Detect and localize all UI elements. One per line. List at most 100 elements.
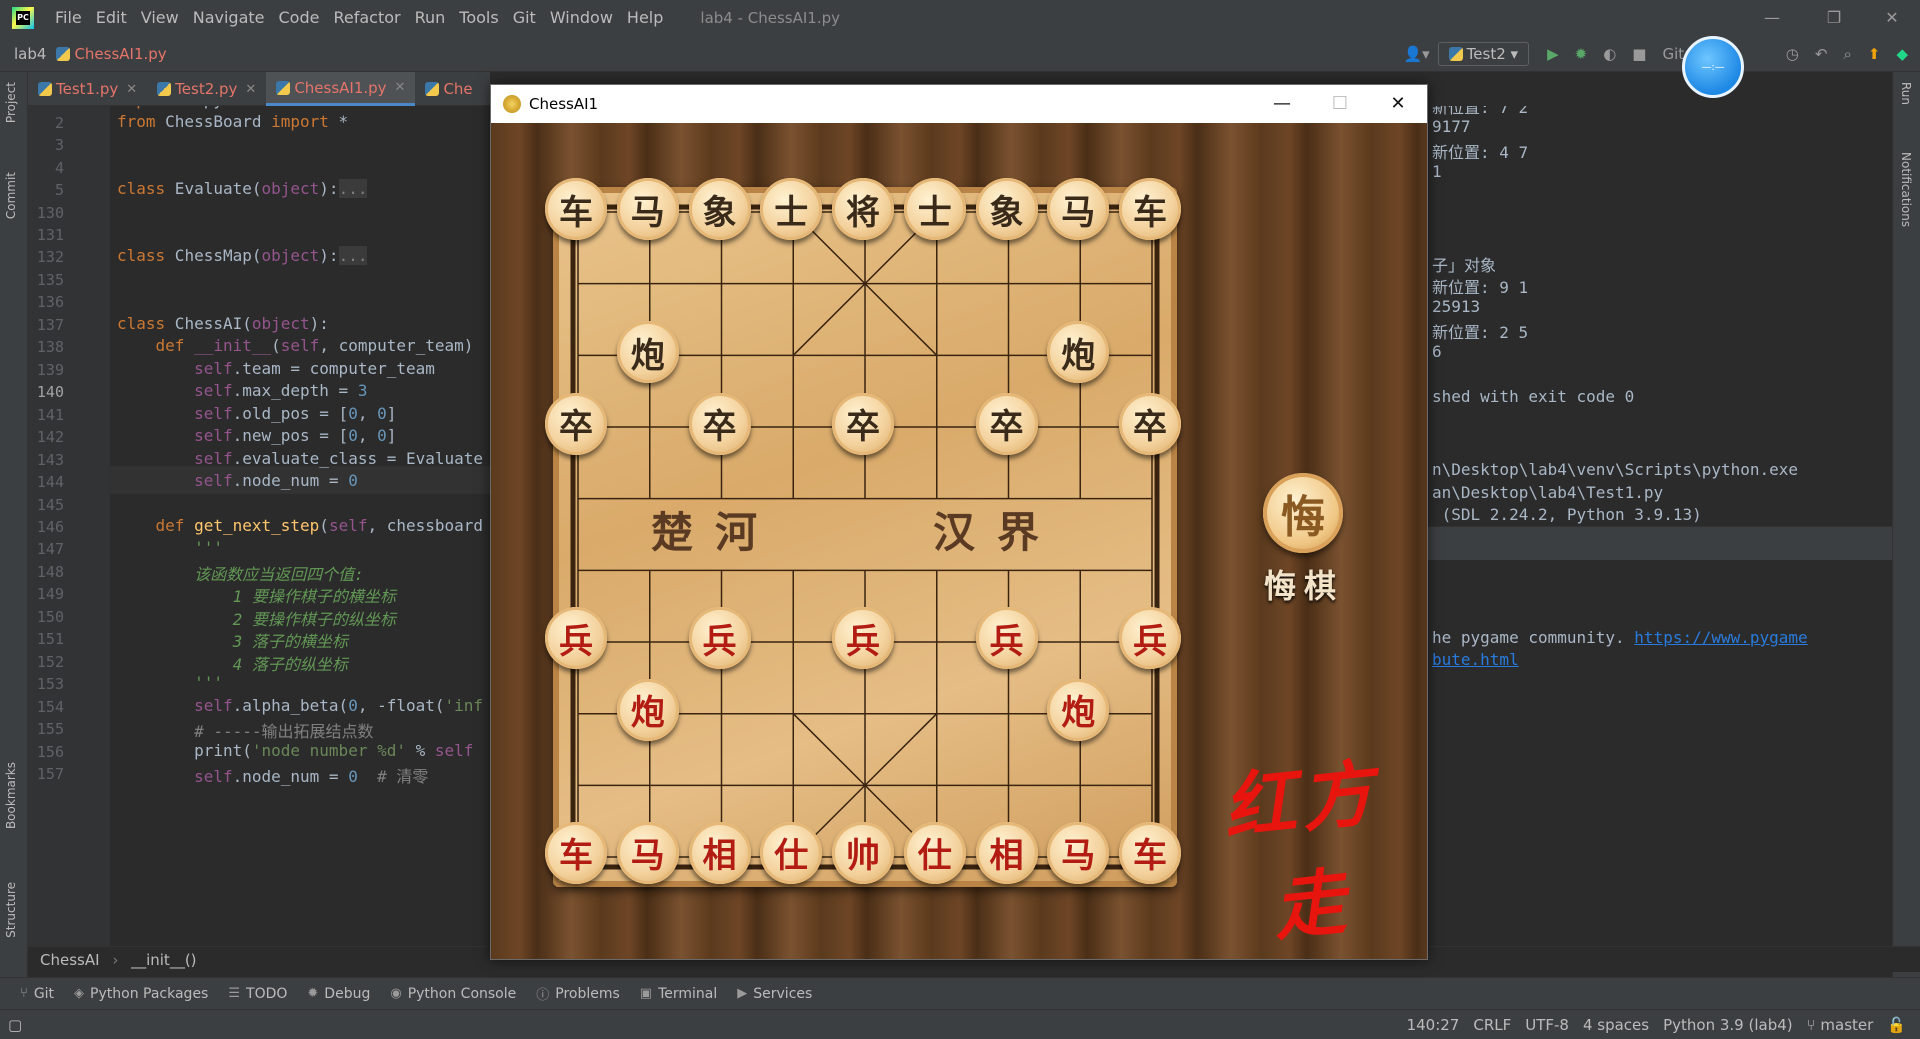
tab-chess-truncated[interactable]: Che bbox=[415, 72, 482, 106]
structure-tool-tab[interactable]: Structure bbox=[4, 882, 18, 938]
red-piece[interactable]: 帅 bbox=[832, 821, 894, 884]
bottom-tab-problems[interactable]: ⓘ Problems bbox=[536, 984, 620, 1004]
file-encoding[interactable]: UTF-8 bbox=[1525, 1016, 1569, 1034]
contribute-link[interactable]: bute.html bbox=[1432, 650, 1519, 669]
game-close-icon[interactable]: ✕ bbox=[1369, 85, 1427, 123]
close-tab-icon[interactable]: ✕ bbox=[245, 82, 256, 97]
code-editor[interactable]: 1 2 3 4 5 130 131 132 135 136 137 138 139 140 141 142 14… bbox=[28, 106, 490, 946]
red-piece[interactable]: 马 bbox=[616, 821, 679, 884]
red-piece[interactable]: 车 bbox=[1119, 821, 1181, 884]
red-piece[interactable]: 相 bbox=[688, 821, 751, 884]
line-separator[interactable]: CRLF bbox=[1473, 1016, 1511, 1034]
menu-git[interactable]: Git bbox=[506, 0, 543, 36]
black-piece[interactable]: 卒 bbox=[975, 392, 1038, 455]
restore-icon[interactable]: ❐ bbox=[1806, 0, 1862, 36]
caret-position[interactable]: 140:27 bbox=[1407, 1016, 1460, 1034]
project-tool-tab[interactable]: Project bbox=[4, 82, 18, 123]
breadcrumb-file[interactable]: ChessAI1.py bbox=[52, 45, 172, 63]
red-piece[interactable]: 相 bbox=[975, 821, 1038, 884]
tab-chessai1[interactable]: ChessAI1.py ✕ bbox=[266, 72, 416, 106]
black-piece[interactable]: 炮 bbox=[1047, 321, 1110, 383]
game-maximize-icon[interactable]: ☐ bbox=[1311, 85, 1369, 123]
close-tab-icon[interactable]: ✕ bbox=[395, 80, 406, 95]
pygame-link[interactable]: https://www.pygame bbox=[1634, 628, 1807, 647]
bottom-tab-python-packages[interactable]: ◈ Python Packages bbox=[74, 986, 208, 1002]
bottom-tab-todo[interactable]: ☰ TODO bbox=[228, 986, 287, 1002]
bottom-tab-services[interactable]: ▶ Services bbox=[737, 986, 812, 1002]
run-config-select[interactable]: Test2 ▾ bbox=[1437, 42, 1530, 66]
menu-edit[interactable]: Edit bbox=[89, 0, 134, 36]
black-piece[interactable]: 象 bbox=[975, 178, 1038, 240]
game-canvas[interactable]: 楚河 汉界 车马象士将士象马车炮炮卒卒卒卒卒兵兵兵兵兵炮炮车马相仕帅仕相马车 悔… bbox=[491, 123, 1427, 959]
red-piece[interactable]: 兵 bbox=[975, 607, 1038, 669]
lock-icon[interactable]: 🔓 bbox=[1887, 1016, 1906, 1034]
tab-test1[interactable]: Test1.py ✕ bbox=[28, 72, 147, 106]
run-output-panel[interactable]: 新位置: 7 2 9177 新位置: 4 7 1 子」对象 新位置: 9 1 25913 新位… bbox=[1428, 106, 1892, 946]
user-icon[interactable]: 👤▾ bbox=[1403, 45, 1429, 63]
history-icon[interactable]: ◷ bbox=[1786, 45, 1799, 63]
red-piece[interactable]: 兵 bbox=[1119, 607, 1181, 669]
menu-run[interactable]: Run bbox=[408, 0, 453, 36]
black-piece[interactable]: 炮 bbox=[616, 321, 679, 383]
folded-code[interactable]: ... bbox=[338, 246, 368, 265]
menu-refactor[interactable]: Refactor bbox=[326, 0, 407, 36]
undo-move-button[interactable]: 悔 bbox=[1263, 473, 1343, 553]
bottom-tab-terminal[interactable]: ▣ Terminal bbox=[640, 986, 717, 1002]
search-icon[interactable]: ⌕ bbox=[1843, 45, 1851, 63]
red-piece[interactable]: 兵 bbox=[688, 607, 751, 669]
red-piece[interactable]: 马 bbox=[1047, 821, 1110, 884]
indent-setting[interactable]: 4 spaces bbox=[1583, 1016, 1649, 1034]
coverage-icon[interactable]: ◐ bbox=[1603, 45, 1616, 63]
red-piece[interactable]: 兵 bbox=[545, 607, 607, 669]
breadcrumb-class[interactable]: ChessAI bbox=[40, 951, 100, 969]
menu-tools[interactable]: Tools bbox=[452, 0, 505, 36]
bottom-tab-git[interactable]: ⑂ Git bbox=[20, 986, 54, 1002]
black-piece[interactable]: 马 bbox=[616, 178, 679, 240]
folded-code[interactable]: ... bbox=[338, 179, 368, 198]
black-piece[interactable]: 士 bbox=[903, 178, 966, 240]
black-piece[interactable]: 将 bbox=[832, 178, 894, 240]
close-icon[interactable]: ✕ bbox=[1864, 0, 1920, 36]
menu-help[interactable]: Help bbox=[620, 0, 670, 36]
rollback-icon[interactable]: ↶ bbox=[1815, 45, 1828, 63]
minimize-icon[interactable]: — bbox=[1744, 0, 1800, 36]
red-piece[interactable]: 炮 bbox=[1047, 678, 1110, 741]
debug-icon[interactable]: ✹ bbox=[1575, 45, 1588, 63]
menu-navigate[interactable]: Navigate bbox=[186, 0, 272, 36]
breadcrumb-project[interactable]: lab4 bbox=[0, 45, 52, 63]
stop-icon[interactable]: ■ bbox=[1632, 45, 1646, 63]
black-piece[interactable]: 卒 bbox=[688, 392, 751, 455]
ide-logo-icon[interactable]: ◆ bbox=[1896, 45, 1908, 63]
breadcrumb-function[interactable]: __init__() bbox=[131, 951, 196, 969]
notifications-tool-tab[interactable]: Notifications bbox=[1899, 152, 1913, 227]
black-piece[interactable]: 卒 bbox=[1119, 392, 1181, 455]
red-piece[interactable]: 炮 bbox=[616, 678, 679, 741]
black-piece[interactable]: 车 bbox=[1119, 178, 1181, 240]
git-branch[interactable]: ⑂ master bbox=[1807, 1016, 1874, 1034]
update-icon[interactable]: ⬆ bbox=[1868, 45, 1881, 63]
black-piece[interactable]: 卒 bbox=[832, 392, 894, 455]
black-piece[interactable]: 车 bbox=[545, 178, 607, 240]
python-interpreter[interactable]: Python 3.9 (lab4) bbox=[1663, 1016, 1793, 1034]
black-piece[interactable]: 卒 bbox=[545, 392, 607, 455]
menu-file[interactable]: File bbox=[48, 0, 89, 36]
red-piece[interactable]: 仕 bbox=[903, 821, 966, 884]
layout-icon[interactable]: ▢ bbox=[8, 1016, 22, 1034]
run-icon[interactable]: ▶ bbox=[1547, 45, 1559, 63]
screen-recorder-icon[interactable]: —:— bbox=[1682, 36, 1744, 98]
bookmarks-tool-tab[interactable]: Bookmarks bbox=[4, 762, 18, 829]
run-tool-tab[interactable]: Run bbox=[1899, 82, 1913, 105]
menu-window[interactable]: Window bbox=[543, 0, 620, 36]
red-piece[interactable]: 车 bbox=[545, 821, 607, 884]
tab-test2[interactable]: Test2.py ✕ bbox=[147, 72, 266, 106]
red-piece[interactable]: 兵 bbox=[832, 607, 894, 669]
chess-board[interactable]: 楚河 汉界 bbox=[553, 187, 1177, 887]
black-piece[interactable]: 马 bbox=[1047, 178, 1110, 240]
bottom-tab-debug[interactable]: ✹ Debug bbox=[307, 986, 370, 1002]
red-piece[interactable]: 仕 bbox=[760, 821, 823, 884]
black-piece[interactable]: 士 bbox=[760, 178, 823, 240]
menu-view[interactable]: View bbox=[134, 0, 186, 36]
game-window-titlebar[interactable]: ChessAI1 — ☐ ✕ bbox=[491, 85, 1427, 123]
bottom-tab-python-console[interactable]: ◉ Python Console bbox=[390, 986, 516, 1002]
game-minimize-icon[interactable]: — bbox=[1253, 85, 1311, 123]
